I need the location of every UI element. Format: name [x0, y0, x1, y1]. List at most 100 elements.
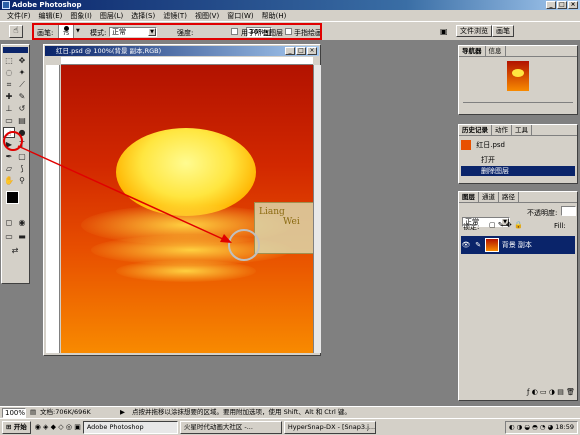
palette-toggle-icon[interactable]: ▣ [440, 27, 448, 36]
layer-row[interactable]: 👁 ✎ 背景 副本 [461, 236, 575, 254]
toolbox: ⬚ ✥ ◌ ✦ ⌗ ⟋ ✚ ✎ ⊥ ↺ ▭ ▤ ☝ ● ▶ T ✒ ▢ ▱ ⟆ … [1, 44, 30, 284]
zoom-field[interactable]: 100% [2, 408, 26, 418]
history-snapshot[interactable]: 红日.psd [461, 138, 575, 152]
eyedropper-icon[interactable]: ⟆ [16, 163, 28, 174]
crop-tool-icon[interactable]: ⌗ [3, 79, 15, 90]
delete-layer-icon[interactable]: 🗑 [566, 388, 575, 396]
slice-tool-icon[interactable]: ⟋ [16, 79, 28, 90]
imageready-icon[interactable]: ⇄ [9, 245, 21, 256]
status-hint: 点按并拖移以涂抹想要的区域。要用附加选项，使用 Shift、Alt 和 Ctrl… [132, 408, 351, 416]
tab-tools[interactable]: 工具 [512, 125, 532, 135]
hand-tool-icon[interactable]: ✋ [3, 175, 15, 186]
tab-file-browser[interactable]: 文件浏览 [456, 25, 492, 37]
quicklaunch-icons[interactable]: ◉ ◈ ◆ ◇ ◎ ▣ [35, 423, 81, 431]
notes-tool-icon[interactable]: ▱ [3, 163, 15, 174]
taskbar-item-label: Adobe Photoshop [86, 422, 144, 431]
history-item-selected[interactable]: 删除图层 [461, 166, 575, 176]
brush-tool-icon[interactable]: ✎ [16, 91, 28, 102]
clone-stamp-icon[interactable]: ⊥ [3, 103, 15, 114]
menu-edit[interactable]: 编辑(E) [35, 11, 67, 21]
doc-maximize-button[interactable]: □ [296, 47, 306, 55]
tab-navigator[interactable]: 导航器 [459, 46, 486, 56]
tray-icons[interactable]: ◐ ◑ ◒ ◓ ◔ ◕ [509, 423, 553, 431]
taskbar-item-label: HyperSnap-DX - [Snap3.j... [287, 422, 376, 431]
tab-paths[interactable]: 路径 [499, 192, 519, 202]
start-button[interactable]: ⊞ 开始 [2, 420, 31, 434]
taskbar-item-browser[interactable]: 火星时代动画大社区 -... [179, 420, 282, 434]
new-adjustment-icon[interactable]: ◑ [549, 388, 555, 396]
menu-help[interactable]: 帮助(H) [258, 11, 291, 21]
navigator-zoom-slider[interactable] [463, 102, 573, 110]
history-brush-icon[interactable]: ↺ [16, 103, 28, 114]
menu-filter[interactable]: 滤镜(T) [159, 11, 191, 21]
tab-history[interactable]: 历史记录 [459, 125, 492, 135]
navigator-sun [512, 69, 524, 77]
lasso-tool-icon[interactable]: ◌ [3, 67, 15, 78]
vertical-scrollbar[interactable] [313, 65, 321, 353]
quickmask-mode-icon[interactable]: ◉ [16, 217, 28, 228]
taskbar: ⊞ 开始 ◉ ◈ ◆ ◇ ◎ ▣ Adobe Photoshop 火星时代动画大… [0, 418, 580, 435]
menu-view[interactable]: 视图(V) [191, 11, 223, 21]
navigator-thumbnail[interactable] [507, 61, 529, 91]
snapshot-thumbnail-icon [461, 140, 471, 150]
move-tool-icon[interactable]: ✥ [16, 55, 28, 66]
maximize-button[interactable]: □ [557, 1, 567, 9]
menu-window[interactable]: 窗口(W) [223, 11, 257, 21]
document-window: 红日.psd @ 100%(背景 副本,RGB) _ □ × Liang Wei [43, 44, 321, 356]
history-item[interactable]: 打开 [461, 155, 575, 165]
foreground-color-swatch[interactable] [6, 191, 19, 204]
gradient-tool-icon[interactable]: ▤ [16, 115, 28, 126]
layer-set-icon[interactable]: ▭ [540, 388, 547, 396]
canvas[interactable]: Liang Wei [61, 65, 313, 353]
system-tray: ◐ ◑ ◒ ◓ ◔ ◕ 18:59 [504, 420, 578, 434]
tab-layers[interactable]: 图层 [459, 192, 479, 202]
taskbar-item-photoshop[interactable]: Adobe Photoshop [82, 420, 178, 434]
new-layer-icon[interactable]: ▤ [557, 388, 564, 396]
standard-mode-icon[interactable]: ◻ [3, 217, 15, 228]
smudge-tool-preset-icon[interactable]: ☝ [9, 25, 23, 38]
menu-layer[interactable]: 图层(L) [96, 11, 127, 21]
layer-actions: ƒ ◐ ▭ ◑ ▤ 🗑 [461, 388, 575, 399]
pen-tool-icon[interactable]: ✒ [3, 151, 15, 162]
tab-brushes[interactable]: 画笔 [492, 25, 514, 37]
shape-tool-icon[interactable]: ▢ [16, 151, 28, 162]
start-label: 开始 [13, 422, 27, 431]
menu-select[interactable]: 选择(S) [127, 11, 159, 21]
opacity-input[interactable] [561, 206, 576, 216]
menu-image[interactable]: 图象(I) [66, 11, 96, 21]
screen-mode-standard-icon[interactable]: ▭ [3, 231, 15, 242]
minimize-button[interactable]: _ [546, 1, 556, 9]
history-item-label: 删除图层 [481, 167, 509, 175]
marquee-tool-icon[interactable]: ⬚ [3, 55, 15, 66]
layer-style-icon[interactable]: ƒ [527, 388, 529, 396]
doc-close-button[interactable]: × [307, 47, 317, 55]
photoshop-icon [2, 1, 10, 9]
lock-icons[interactable]: ▢ ✎ ✥ 🔒 [489, 221, 523, 229]
lock-label: 锁定: [463, 223, 480, 231]
title-bar: Adobe Photoshop _ □ × [0, 0, 580, 10]
watermark-line1: Liang [259, 207, 285, 217]
opacity-label: 不透明度: [527, 209, 558, 217]
healing-brush-icon[interactable]: ✚ [3, 91, 15, 102]
doc-minimize-button[interactable]: _ [285, 47, 295, 55]
watermark-logo: Liang Wei [254, 202, 313, 254]
horizontal-ruler [61, 57, 313, 65]
layer-mask-icon[interactable]: ◐ [532, 388, 538, 396]
status-bar: 100% ▤ 文档:706K/696K ▶ 点按并拖移以涂抹想要的区域。要用附加… [0, 406, 580, 418]
eraser-tool-icon[interactable]: ▭ [3, 115, 15, 126]
doc-info[interactable]: 文档:706K/696K [40, 407, 91, 418]
screen-mode-full-icon[interactable]: ▬ [16, 231, 28, 242]
magic-wand-icon[interactable]: ✦ [16, 67, 28, 78]
close-button[interactable]: × [568, 1, 578, 9]
layer-visibility-icon[interactable]: 👁 [461, 236, 471, 254]
menu-file[interactable]: 文件(F) [3, 11, 35, 21]
tab-info[interactable]: 信息 [486, 46, 506, 56]
tab-actions[interactable]: 动作 [492, 125, 512, 135]
zoom-tool-icon[interactable]: ⚲ [16, 175, 28, 186]
toolbox-header [3, 47, 28, 53]
highlight-box [32, 23, 322, 40]
taskbar-item-hypersnap[interactable]: HyperSnap-DX - [Snap3.j... [283, 420, 376, 434]
layer-thumbnail [485, 238, 500, 252]
tab-channels[interactable]: 通道 [479, 192, 499, 202]
history-item-label: 打开 [481, 156, 495, 164]
